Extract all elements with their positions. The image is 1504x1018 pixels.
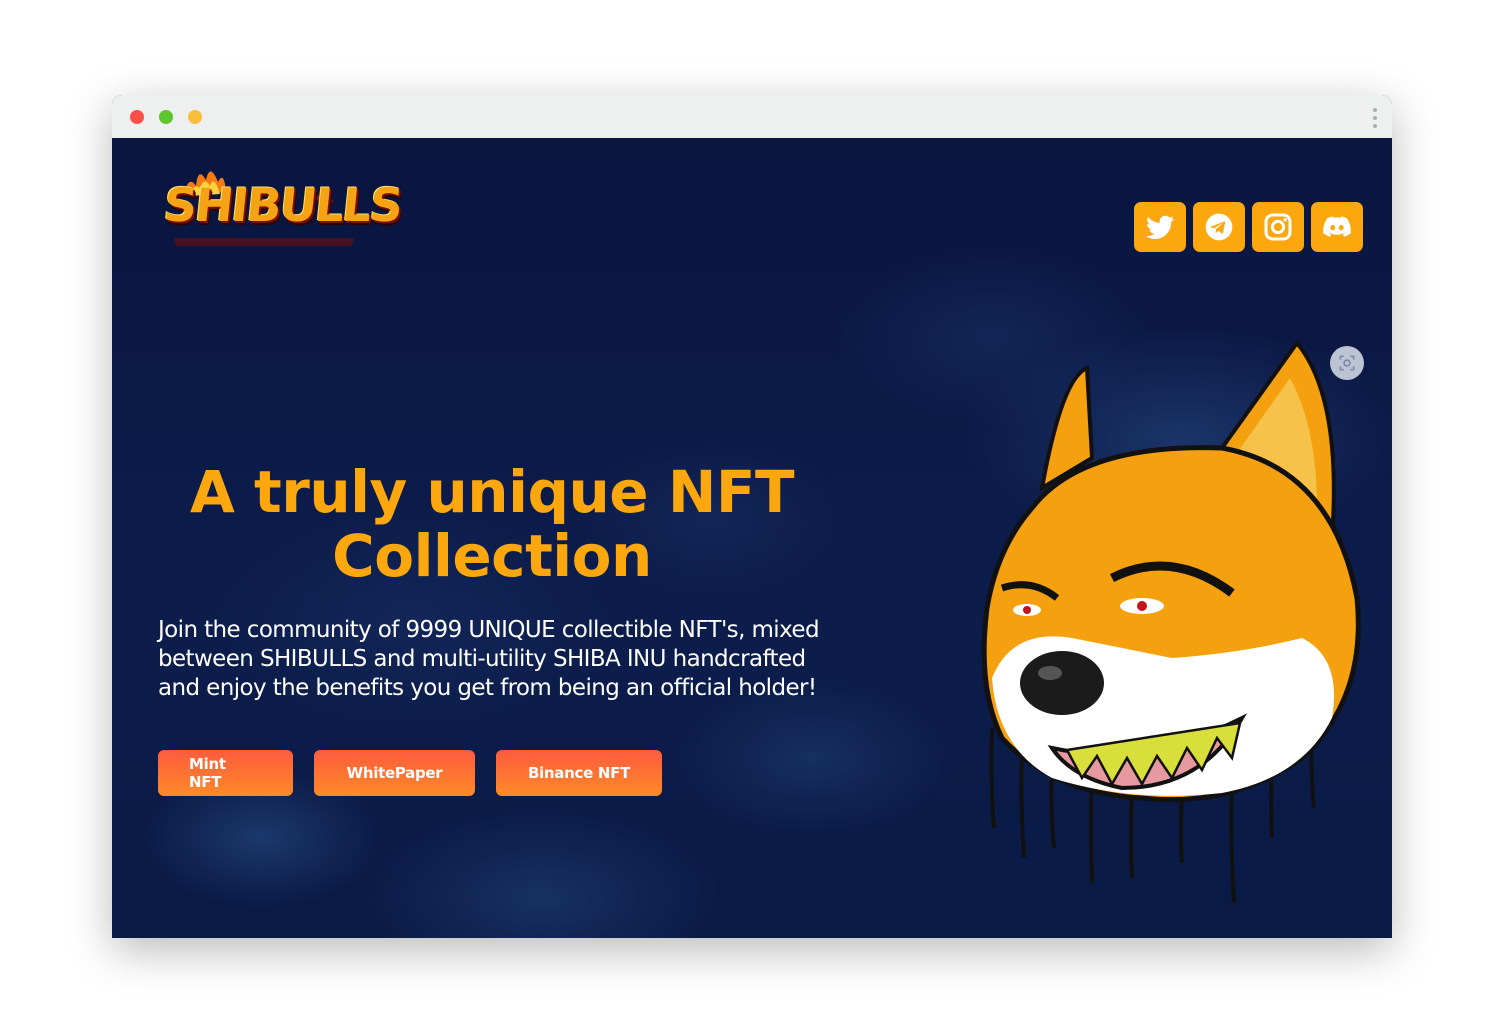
telegram-icon <box>1205 213 1233 241</box>
telegram-button[interactable] <box>1193 202 1245 252</box>
discord-icon <box>1323 216 1351 237</box>
mint-nft-button[interactable]: Mint NFT <box>158 750 293 796</box>
binance-nft-button[interactable]: Binance NFT <box>496 750 662 796</box>
instagram-button[interactable] <box>1252 202 1304 252</box>
browser-window: SHIBULLS A truly unique NFT Collection J… <box>112 95 1392 938</box>
close-window-button[interactable] <box>130 110 144 124</box>
twitter-icon <box>1146 215 1174 239</box>
logo-text: SHIBULLS <box>161 178 404 232</box>
shibulls-logo[interactable]: SHIBULLS <box>161 156 404 252</box>
more-options-icon[interactable] <box>1372 106 1378 128</box>
minimize-window-button[interactable] <box>188 110 202 124</box>
instagram-icon <box>1264 213 1292 241</box>
browser-chrome <box>112 95 1392 139</box>
hero-buttons: Mint NFT WhitePaper Binance NFT <box>158 750 662 796</box>
twitter-button[interactable] <box>1134 202 1186 252</box>
hero-section: SHIBULLS A truly unique NFT Collection J… <box>112 138 1392 938</box>
hero-headline: A truly unique NFT Collection <box>189 458 795 590</box>
shiba-dog-illustration <box>981 339 1361 904</box>
discord-button[interactable] <box>1311 202 1363 252</box>
whitepaper-button[interactable]: WhitePaper <box>314 750 475 796</box>
maximize-window-button[interactable] <box>159 110 173 124</box>
hero-description: Join the community of 9999 UNIQUE collec… <box>158 617 820 701</box>
social-links <box>1134 202 1363 252</box>
